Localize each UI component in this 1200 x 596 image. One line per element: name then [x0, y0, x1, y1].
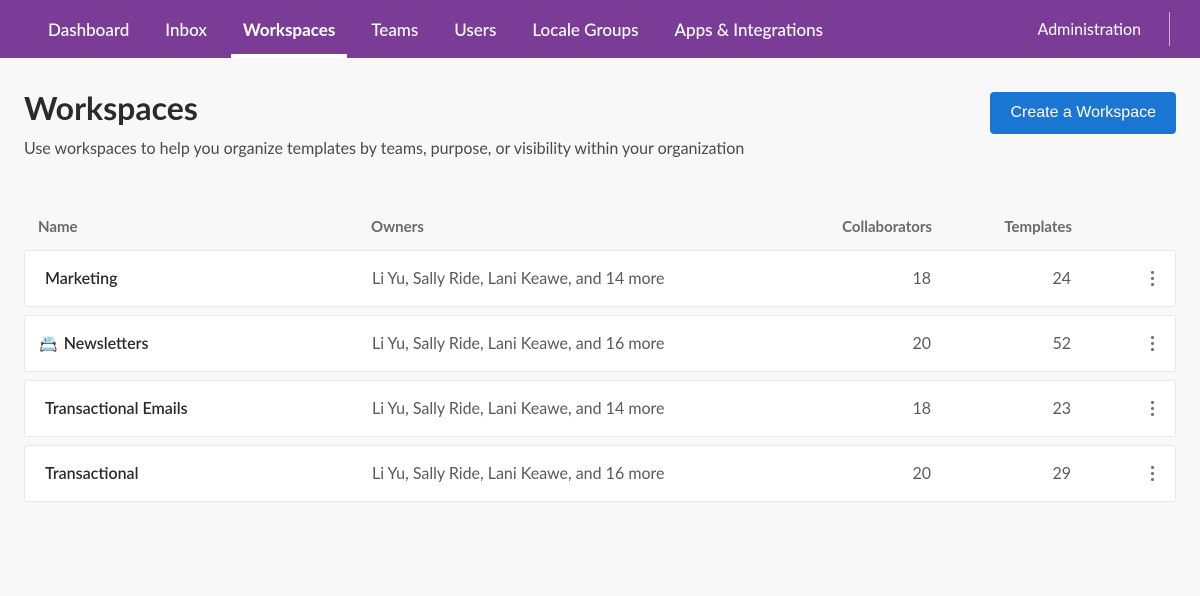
- col-header-owners: Owners: [371, 218, 802, 236]
- page-content: Workspaces Use workspaces to help you or…: [0, 58, 1200, 502]
- nav-users[interactable]: Users: [436, 0, 514, 58]
- top-navbar: Dashboard Inbox Workspaces Teams Users L…: [0, 0, 1200, 58]
- workspace-collaborators: 20: [801, 464, 931, 483]
- nav-teams[interactable]: Teams: [353, 0, 436, 58]
- workspace-name: Transactional Emails: [39, 399, 372, 418]
- workspace-collaborators: 18: [801, 269, 931, 288]
- workspace-name-text: Transactional Emails: [45, 399, 188, 418]
- table-row[interactable]: Transactional Li Yu, Sally Ride, Lani Ke…: [24, 445, 1176, 502]
- nav-left: Dashboard Inbox Workspaces Teams Users L…: [30, 0, 841, 58]
- table-row[interactable]: Marketing Li Yu, Sally Ride, Lani Keawe,…: [24, 250, 1176, 307]
- nav-locale-groups[interactable]: Locale Groups: [514, 0, 656, 58]
- workspace-icon: 📇: [39, 335, 58, 353]
- row-actions: [1071, 270, 1161, 288]
- nav-dashboard[interactable]: Dashboard: [30, 0, 147, 58]
- workspaces-table: Name Owners Collaborators Templates Mark…: [24, 218, 1176, 502]
- nav-right: Administration: [1020, 0, 1170, 58]
- workspace-name-text: Newsletters: [64, 334, 149, 353]
- row-actions: [1071, 335, 1161, 353]
- more-vertical-icon[interactable]: [1143, 400, 1161, 418]
- workspace-templates: 24: [931, 269, 1071, 288]
- workspace-name-text: Marketing: [45, 269, 118, 288]
- create-workspace-button[interactable]: Create a Workspace: [990, 92, 1176, 134]
- page-subtitle: Use workspaces to help you organize temp…: [24, 139, 744, 158]
- workspace-name: Transactional: [39, 464, 372, 483]
- col-header-actions: [1072, 218, 1162, 236]
- workspace-owners: Li Yu, Sally Ride, Lani Keawe, and 16 mo…: [372, 464, 801, 483]
- nav-workspaces[interactable]: Workspaces: [225, 0, 353, 58]
- more-vertical-icon[interactable]: [1143, 465, 1161, 483]
- workspace-templates: 23: [931, 399, 1071, 418]
- table-row[interactable]: 📇 Newsletters Li Yu, Sally Ride, Lani Ke…: [24, 315, 1176, 372]
- row-actions: [1071, 465, 1161, 483]
- col-header-collaborators: Collaborators: [802, 218, 932, 236]
- workspace-collaborators: 18: [801, 399, 931, 418]
- table-row[interactable]: Transactional Emails Li Yu, Sally Ride, …: [24, 380, 1176, 437]
- more-vertical-icon[interactable]: [1143, 270, 1161, 288]
- col-header-name: Name: [38, 218, 371, 236]
- table-header: Name Owners Collaborators Templates: [24, 218, 1176, 250]
- col-header-templates: Templates: [932, 218, 1072, 236]
- workspace-name: 📇 Newsletters: [39, 334, 372, 353]
- workspace-collaborators: 20: [801, 334, 931, 353]
- workspace-name: Marketing: [39, 269, 372, 288]
- workspace-owners: Li Yu, Sally Ride, Lani Keawe, and 16 mo…: [372, 334, 801, 353]
- workspace-templates: 29: [931, 464, 1071, 483]
- page-header-text: Workspaces Use workspaces to help you or…: [24, 88, 744, 158]
- workspace-owners: Li Yu, Sally Ride, Lani Keawe, and 14 mo…: [372, 399, 801, 418]
- page-header: Workspaces Use workspaces to help you or…: [24, 88, 1176, 158]
- workspace-name-text: Transactional: [45, 464, 138, 483]
- row-actions: [1071, 400, 1161, 418]
- workspace-owners: Li Yu, Sally Ride, Lani Keawe, and 14 mo…: [372, 269, 801, 288]
- page-title: Workspaces: [24, 88, 744, 127]
- more-vertical-icon[interactable]: [1143, 335, 1161, 353]
- nav-administration[interactable]: Administration: [1020, 20, 1159, 39]
- nav-inbox[interactable]: Inbox: [147, 0, 225, 58]
- workspace-templates: 52: [931, 334, 1071, 353]
- nav-apps-integrations[interactable]: Apps & Integrations: [657, 0, 842, 58]
- nav-divider: [1169, 12, 1170, 46]
